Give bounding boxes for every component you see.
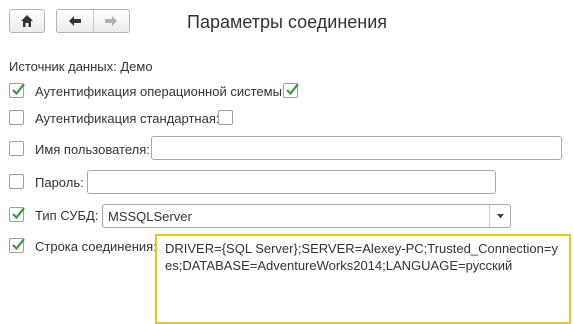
navigation-buttons bbox=[56, 9, 130, 33]
data-source-value: Демо bbox=[120, 59, 153, 74]
username-label: Имя пользователя: bbox=[35, 142, 150, 157]
checkmark-icon bbox=[12, 238, 25, 251]
dbms-type-label: Тип СУБД: bbox=[35, 208, 99, 223]
connection-string-field[interactable]: DRIVER={SQL Server};SERVER=Alexey-PC;Tru… bbox=[155, 234, 571, 324]
username-checkbox[interactable] bbox=[9, 141, 24, 156]
home-button[interactable] bbox=[9, 9, 45, 33]
password-checkbox[interactable] bbox=[9, 174, 24, 189]
checkmark-icon bbox=[12, 207, 25, 220]
username-field[interactable] bbox=[151, 136, 562, 160]
data-source-line: Источник данных: Демо bbox=[9, 59, 153, 74]
connection-string-checkbox[interactable] bbox=[9, 238, 25, 253]
arrow-right-icon bbox=[105, 16, 118, 26]
std-auth-checkbox[interactable] bbox=[9, 110, 24, 125]
checkmark-icon bbox=[286, 83, 299, 96]
checkmark-icon bbox=[12, 83, 25, 96]
password-field[interactable] bbox=[87, 170, 496, 194]
back-button[interactable] bbox=[57, 10, 93, 32]
std-auth-label: Аутентификация стандартная: bbox=[35, 111, 220, 126]
dbms-type-select[interactable]: MSSQLServer bbox=[102, 204, 511, 228]
page-title: Параметры соединения bbox=[187, 12, 388, 32]
home-icon bbox=[21, 15, 33, 27]
chevron-down-icon bbox=[496, 213, 504, 218]
password-label: Пароль: bbox=[35, 175, 84, 190]
os-auth-value-checkbox[interactable] bbox=[283, 83, 299, 98]
arrow-left-icon bbox=[68, 16, 81, 26]
os-auth-checkbox[interactable] bbox=[9, 83, 25, 98]
data-source-label: Источник данных: bbox=[9, 59, 117, 74]
std-auth-value-checkbox[interactable] bbox=[218, 110, 233, 125]
forward-button[interactable] bbox=[92, 10, 130, 32]
connection-string-label: Строка соединения: bbox=[35, 239, 157, 254]
os-auth-label: Аутентификация операционной системы: bbox=[35, 84, 286, 99]
dbms-type-value: MSSQLServer bbox=[108, 209, 192, 224]
dbms-type-checkbox[interactable] bbox=[9, 207, 25, 222]
dropdown-button[interactable] bbox=[489, 205, 510, 227]
